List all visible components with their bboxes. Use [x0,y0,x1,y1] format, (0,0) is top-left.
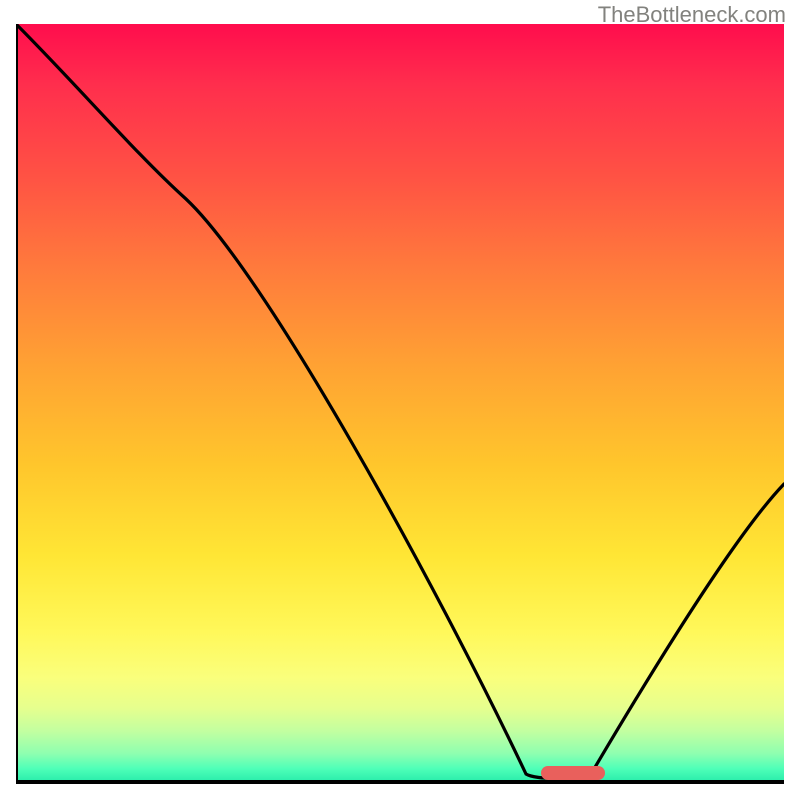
plot-area [16,24,784,784]
chart-stage: TheBottleneck.com [0,0,800,800]
background-gradient [16,24,784,784]
optimal-marker [541,766,605,780]
